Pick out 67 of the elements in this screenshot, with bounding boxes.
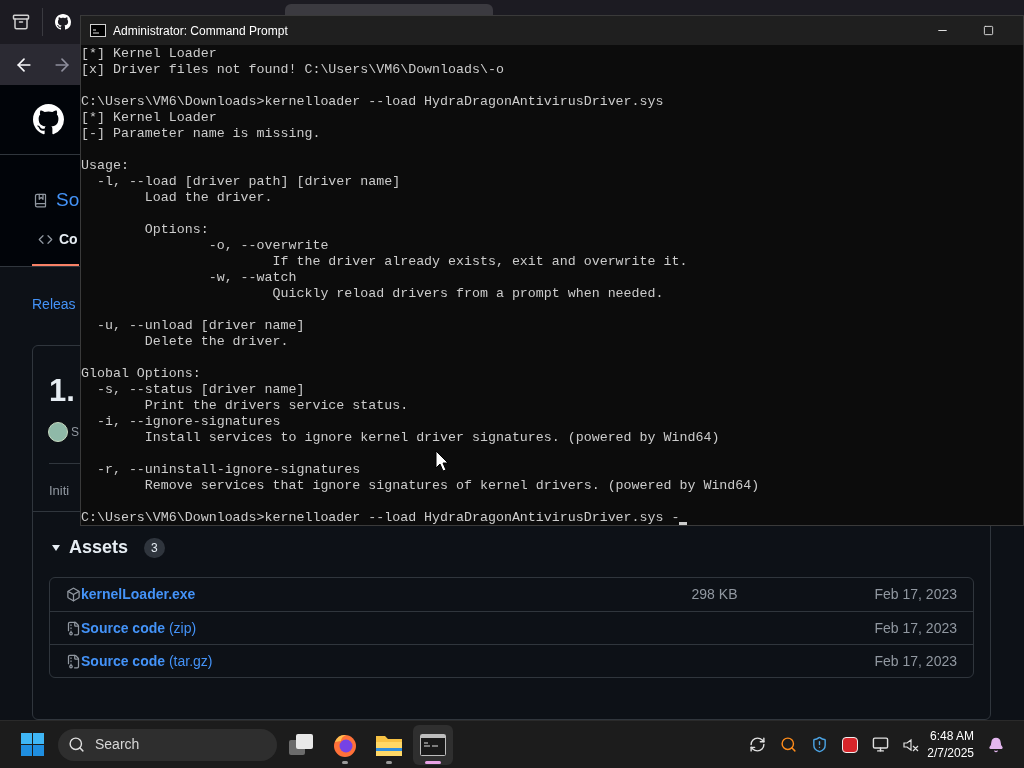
console-line: If the driver already exists, exit and overwrite it. [271,254,688,270]
task-view-icon [288,732,314,757]
shield-warning-icon[interactable] [811,736,829,753]
console-line: [-] Parameter name is missing. [81,126,321,142]
console-line: -u, --unload [driver name] [95,318,305,334]
avatar [48,422,68,442]
releases-link[interactable]: Releas [32,296,76,312]
search-field[interactable]: Search [58,728,277,761]
asset-link[interactable]: Source code (tar.gz) [81,650,213,672]
window-title: Administrator: Command Prompt [113,22,288,40]
asset-link[interactable]: kernelLoader.exe [81,584,196,605]
author-name: S [71,424,79,441]
text-cursor [679,522,688,525]
asset-link[interactable]: Source code (zip) [81,617,197,639]
archive-file-icon [66,653,81,669]
console-line: Quickly reload drivers from a prompt when needed. [271,286,664,302]
console-line: C:\Users\VM6\Downloads>kernelloader --load HydraDragonAntivirusDriver.sys [81,94,664,110]
sync-icon[interactable] [749,736,767,753]
tab-list-icon[interactable] [12,13,30,31]
asset-size: 298 KB [691,585,738,604]
console-line: -i, --ignore-signatures [95,414,281,430]
asset-date: Feb 17, 2023 [874,651,957,671]
clock-date[interactable]: 2/7/2025 [927,744,974,762]
console-line: -s, --status [driver name] [95,382,305,398]
search-icon [68,736,85,753]
clock-time[interactable]: 6:48 AM [929,727,974,745]
console-line: Delete the driver. [143,334,289,350]
notification-bell-icon[interactable] [988,736,1004,753]
archive-file-icon [66,620,81,636]
console-line: -l, --load [driver path] [driver name] [95,174,401,190]
network-icon[interactable] [872,736,890,753]
github-logo [33,104,64,135]
assets-heading[interactable]: Assets [69,534,129,561]
console-line: [*] Kernel Loader [81,110,217,126]
console-line: Global Options: [81,366,201,382]
maximize-icon[interactable] [983,25,994,36]
console-line: Print the drivers service status. [143,398,409,414]
github-tab-icon [55,14,71,30]
app-tray-icon[interactable] [842,736,859,753]
console-line: -r, --uninstall-ignore-signatures [95,462,361,478]
code-icon [38,232,53,247]
console-line: [x] Driver files not found! C:\Users\VM6\Downloads\-o [81,62,504,78]
repo-icon [33,192,48,208]
release-version: 1. [49,373,75,408]
console-line: -o, --overwrite [207,238,329,254]
asset-date: Feb 17, 2023 [874,585,957,604]
repo-name-link[interactable]: So [56,185,80,215]
release-notes: Initi [49,483,70,498]
magnifier-icon[interactable] [780,736,798,753]
console-line: Install services to ignore kernel driver signatures. (powered by Wind64) [143,430,720,446]
muted-speaker-icon[interactable] [903,736,920,753]
console-line: [*] Kernel Loader [81,46,217,62]
command-prompt-icon [420,733,446,756]
console-line: Remove services that ignore signatures of kernel drivers. (powered by Wind64) [143,478,760,494]
start-icon[interactable] [21,733,44,756]
console-line: Options: [143,222,209,238]
console-prompt: C:\Users\VM6\Downloads>kernelloader --load HydraDragonAntivirusDriver.sys - [81,510,680,526]
mouse-pointer-icon [435,450,449,472]
asset-count: 3 [144,537,165,558]
console-line: Usage: [81,158,129,174]
command-prompt-icon [90,24,106,37]
asset-date: Feb 17, 2023 [874,618,957,638]
console-line: -w, --watch [207,270,297,286]
caret-icon[interactable] [51,542,61,553]
taskbar-app[interactable] [413,724,453,765]
package-icon [66,587,81,602]
console-line: Load the driver. [143,190,273,206]
